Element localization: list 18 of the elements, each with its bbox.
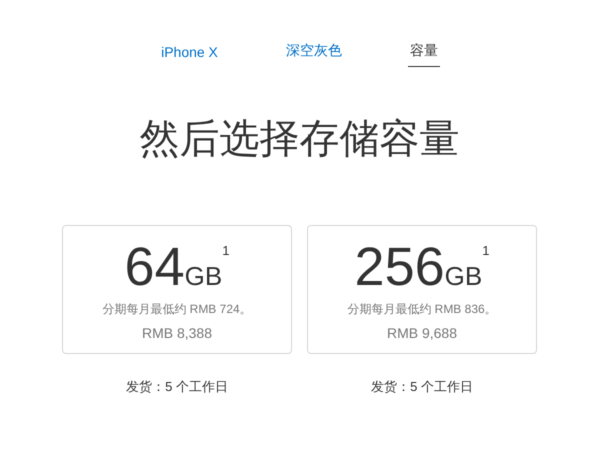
price: RMB 8,388 — [142, 325, 212, 341]
capacity-unit: GB — [444, 263, 482, 289]
capacity-option-card[interactable]: 256GB 1 分期每月最低约 RMB 836。 RMB 9,688 — [307, 225, 537, 354]
page-heading: 然后选择存储容量 — [140, 116, 460, 163]
capacity-option-card[interactable]: 64GB 1 分期每月最低约 RMB 724。 RMB 8,388 — [62, 225, 292, 354]
footnote-mark: 1 — [482, 244, 490, 257]
shipping-time: 发货：5 个工作日 — [126, 378, 228, 396]
monthly-installment: 分期每月最低约 RMB 836。 — [347, 301, 497, 318]
capacity-unit: GB — [184, 263, 222, 289]
capacity-number: 64 — [124, 240, 185, 294]
footnote-mark: 1 — [222, 244, 230, 257]
capacity-number: 256 — [354, 240, 445, 294]
monthly-installment: 分期每月最低约 RMB 724。 — [102, 301, 252, 318]
price: RMB 9,688 — [386, 325, 458, 341]
shipping-time: 发货：5 个工作日 — [371, 378, 473, 396]
step-tab[interactable]: 容量 — [408, 38, 440, 67]
step-tab[interactable]: iPhone X — [159, 40, 220, 67]
step-tab[interactable]: 深空灰色 — [284, 38, 344, 67]
